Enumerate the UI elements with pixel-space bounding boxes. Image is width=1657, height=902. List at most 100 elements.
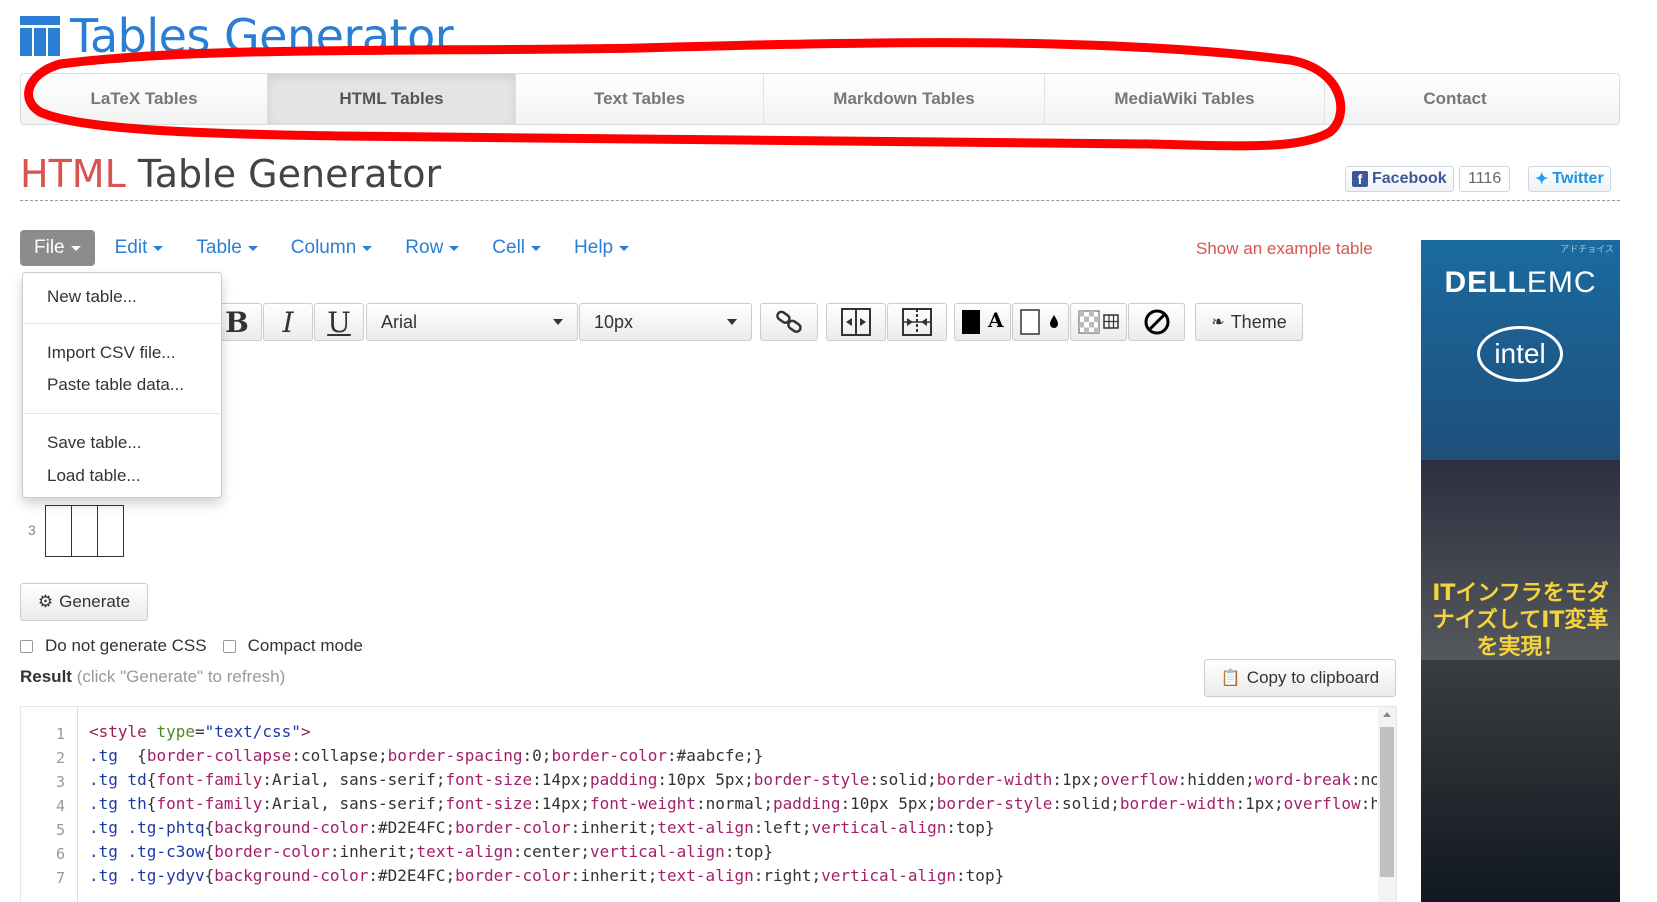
menu-row[interactable]: Row bbox=[405, 237, 460, 259]
twitter-button[interactable]: ✦ Twitter bbox=[1528, 166, 1611, 192]
font-size-select[interactable]: 10px bbox=[579, 303, 752, 341]
line-number: 2 bbox=[55, 749, 65, 767]
line-number: 3 bbox=[55, 773, 65, 791]
font-family-select[interactable]: Arial bbox=[366, 303, 578, 341]
menu-cell[interactable]: Cell bbox=[492, 237, 542, 259]
select-arrow-icon bbox=[727, 319, 737, 325]
border-style-button[interactable] bbox=[1070, 303, 1127, 341]
caret-down-icon bbox=[531, 245, 542, 251]
background-color-button[interactable] bbox=[1012, 303, 1069, 341]
table-cell[interactable] bbox=[45, 505, 72, 557]
menu-help-label: Help bbox=[574, 237, 614, 258]
result-heading: Result (click "Generate" to refresh) bbox=[20, 667, 285, 687]
menu-divider bbox=[24, 323, 220, 324]
menu-table[interactable]: Table bbox=[196, 237, 258, 259]
menu-table-label: Table bbox=[196, 237, 242, 258]
ad-choices-label[interactable]: アドチョイス bbox=[1560, 242, 1614, 255]
link-button[interactable] bbox=[760, 303, 818, 341]
nav-text-tables[interactable]: Text Tables bbox=[516, 74, 764, 124]
clear-format-button[interactable] bbox=[1128, 303, 1185, 341]
ad-copy-text: ITインフラをモダナイズしてIT変革を実現！ bbox=[1432, 581, 1609, 660]
copy-to-clipboard-button[interactable]: 📋 Copy to clipboard bbox=[1204, 659, 1396, 697]
theme-label: Theme bbox=[1230, 311, 1287, 332]
background-color-icon bbox=[1019, 309, 1058, 335]
facebook-count: 1116 bbox=[1459, 166, 1511, 192]
code-line: .tg .tg-phtq{background-color:#D2E4FC;bo… bbox=[89, 818, 995, 837]
brand[interactable]: Tables Generator bbox=[20, 9, 454, 63]
line-number: 4 bbox=[55, 797, 65, 815]
menu-row-label: Row bbox=[405, 237, 444, 258]
clipboard-icon: 📋 bbox=[1220, 670, 1241, 687]
menu-help[interactable]: Help bbox=[574, 237, 630, 259]
menu-item-paste-table[interactable]: Paste table data... bbox=[47, 375, 184, 395]
generate-label: Generate bbox=[59, 592, 131, 611]
font-size-value: 10px bbox=[594, 311, 634, 332]
link-icon bbox=[776, 310, 802, 333]
facebook-button[interactable]: f Facebook bbox=[1345, 166, 1454, 192]
split-cells-icon bbox=[902, 308, 932, 336]
menu-file[interactable]: File bbox=[20, 230, 95, 266]
menu-item-import-csv[interactable]: Import CSV file... bbox=[47, 343, 175, 363]
font-family-value: Arial bbox=[381, 311, 418, 332]
result-label: Result bbox=[20, 667, 72, 686]
show-example-link[interactable]: Show an example table bbox=[1196, 239, 1373, 259]
merge-cells-button[interactable] bbox=[826, 303, 886, 341]
text-color-glyph: A bbox=[988, 308, 1004, 332]
file-dropdown-menu: New table... Import CSV file... Paste ta… bbox=[22, 272, 222, 498]
code-line: <style type="text/css"> bbox=[89, 722, 311, 741]
menu-edit-label: Edit bbox=[114, 237, 148, 258]
menu-cell-label: Cell bbox=[492, 237, 526, 258]
menu-item-save-table[interactable]: Save table... bbox=[47, 433, 142, 453]
menu-column[interactable]: Column bbox=[291, 237, 373, 259]
ad-brand-thin: EMC bbox=[1526, 266, 1597, 299]
code-scrollbar[interactable] bbox=[1378, 707, 1396, 902]
table-cell[interactable] bbox=[71, 505, 98, 557]
options-row: Do not generate CSS Compact mode bbox=[20, 635, 363, 657]
no-css-label: Do not generate CSS bbox=[45, 636, 207, 655]
copy-label: Copy to clipboard bbox=[1246, 668, 1380, 687]
caret-down-icon bbox=[619, 245, 630, 251]
table-cell[interactable] bbox=[97, 505, 124, 557]
page-title: HTML Table Generator bbox=[20, 152, 441, 196]
line-number: 5 bbox=[55, 821, 65, 839]
menu-item-new-table[interactable]: New table... bbox=[47, 287, 137, 307]
code-line: .tg th{font-family:Arial, sans-serif;fon… bbox=[89, 794, 1377, 813]
caret-down-icon bbox=[449, 245, 460, 251]
caret-down-icon bbox=[362, 245, 373, 251]
nav-latex-tables[interactable]: LaTeX Tables bbox=[21, 74, 268, 124]
text-color-button[interactable]: A bbox=[954, 303, 1011, 341]
page-title-rest: Table Generator bbox=[125, 152, 442, 196]
split-cells-button[interactable] bbox=[887, 303, 947, 341]
ban-icon bbox=[1144, 309, 1169, 335]
intel-logo: intel bbox=[1477, 326, 1563, 382]
compact-mode-checkbox[interactable] bbox=[222, 639, 236, 653]
row-number-label: 3 bbox=[28, 522, 36, 538]
nav-html-tables[interactable]: HTML Tables bbox=[268, 74, 516, 124]
caret-down-icon bbox=[153, 245, 164, 251]
nav-contact[interactable]: Contact bbox=[1325, 74, 1585, 124]
nav-mediawiki-tables[interactable]: MediaWiki Tables bbox=[1045, 74, 1325, 124]
ad-brand-bold: DELL bbox=[1444, 266, 1527, 299]
advertisement-banner[interactable]: アドチョイス DELLEMC intel ITインフラをモダナイズしてIT変革を… bbox=[1421, 240, 1620, 902]
theme-button[interactable]: ❧ Theme bbox=[1195, 303, 1303, 341]
editor-menubar: File Edit Table Column Row Cell Help bbox=[20, 230, 662, 266]
generate-button[interactable]: ⚙ Generate bbox=[20, 583, 148, 621]
scroll-up-arrow-icon[interactable] bbox=[1383, 712, 1391, 717]
underline-button[interactable]: U bbox=[314, 303, 364, 341]
caret-down-icon bbox=[247, 245, 258, 251]
menu-item-load-table[interactable]: Load table... bbox=[47, 466, 141, 486]
menu-divider bbox=[24, 413, 220, 414]
compact-mode-label: Compact mode bbox=[247, 636, 363, 655]
page-title-highlight: HTML bbox=[20, 152, 126, 196]
no-css-checkbox[interactable] bbox=[20, 639, 33, 653]
title-divider bbox=[20, 200, 1620, 201]
leaf-icon: ❧ bbox=[1211, 314, 1225, 331]
menu-file-label: File bbox=[34, 237, 65, 258]
italic-button[interactable]: I bbox=[263, 303, 313, 341]
nav-markdown-tables[interactable]: Markdown Tables bbox=[764, 74, 1045, 124]
code-line: .tg .tg-c3ow{border-color:inherit;text-a… bbox=[89, 842, 773, 861]
facebook-icon: f bbox=[1352, 171, 1368, 187]
result-code-editor[interactable]: 1 2 3 4 5 6 7 <style type="text/css"> .t… bbox=[20, 706, 1397, 902]
scrollbar-thumb[interactable] bbox=[1380, 727, 1394, 877]
menu-edit[interactable]: Edit bbox=[115, 237, 164, 259]
